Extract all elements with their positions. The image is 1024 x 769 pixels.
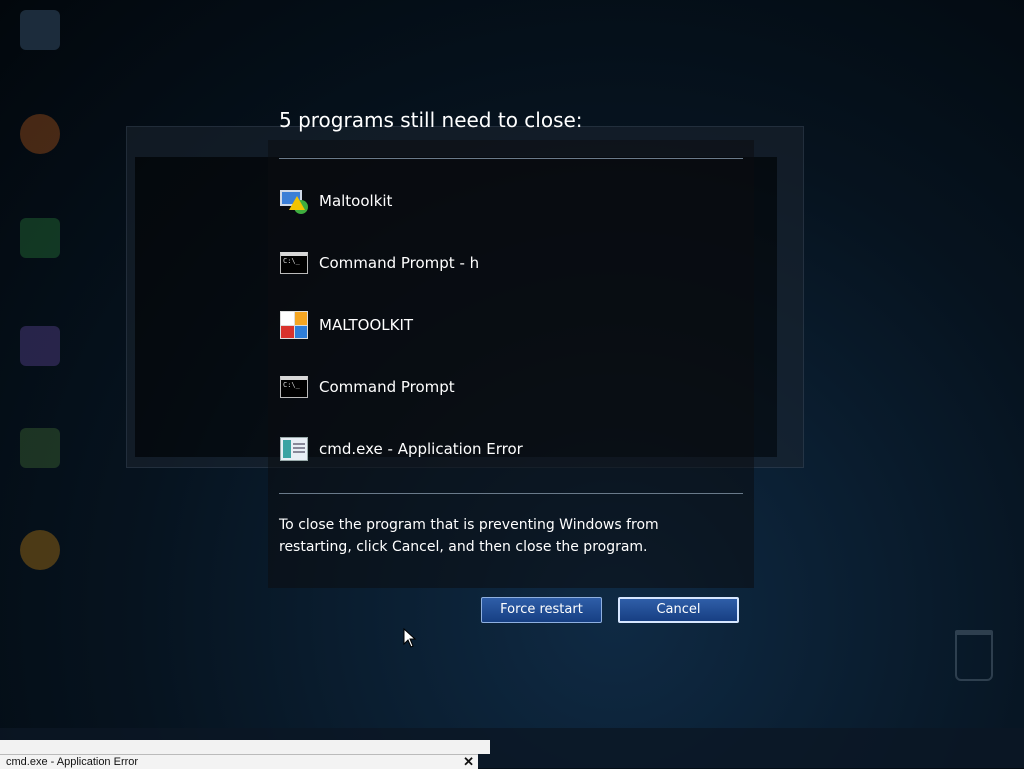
blocking-programs-list: Maltoolkit C:\_ Command Prompt - h MALTO… [279, 186, 743, 496]
list-item-maltoolkit: Maltoolkit [279, 186, 743, 248]
maltoolkit-tiles-icon [279, 310, 309, 340]
list-item-command-prompt-h: C:\_ Command Prompt - h [279, 248, 743, 310]
program-label: MALTOOLKIT [319, 316, 414, 334]
program-label: Command Prompt [319, 378, 455, 396]
application-error-icon [279, 434, 309, 464]
cancel-button[interactable]: Cancel [618, 597, 739, 623]
command-prompt-icon: C:\_ [279, 248, 309, 278]
divider-top [279, 158, 743, 159]
desktop-icon-green [8, 218, 72, 262]
desktop-icon-computer [8, 10, 72, 54]
close-icon[interactable]: ✕ [463, 755, 474, 769]
list-item-command-prompt: C:\_ Command Prompt [279, 372, 743, 434]
program-label: Maltoolkit [319, 192, 393, 210]
program-label: Command Prompt - h [319, 254, 480, 272]
divider-bottom [279, 493, 743, 494]
desktop-icon-notepad [8, 428, 72, 472]
popup-title: cmd.exe - Application Error [6, 756, 139, 768]
maltoolkit-warning-icon [279, 186, 309, 216]
instruction-message: To close the program that is preventing … [279, 517, 659, 555]
desktop-icon-firefox [8, 114, 72, 158]
list-item-maltoolkit-caps: MALTOOLKIT [279, 310, 743, 372]
programs-still-need-to-close-heading: 5 programs still need to close: [279, 108, 583, 132]
taskbar-preview-strip [0, 740, 490, 754]
desktop-icon-orange [8, 530, 72, 574]
force-restart-button[interactable]: Force restart [481, 597, 602, 623]
recycle-bin-icon [944, 630, 1004, 700]
list-item-cmd-application-error: cmd.exe - Application Error [279, 434, 743, 496]
program-label: cmd.exe - Application Error [319, 440, 523, 458]
command-prompt-icon: C:\_ [279, 372, 309, 402]
desktop-icon-purple [8, 326, 72, 370]
taskbar-thumbnail-popup[interactable]: cmd.exe - Application Error ✕ [0, 754, 478, 769]
